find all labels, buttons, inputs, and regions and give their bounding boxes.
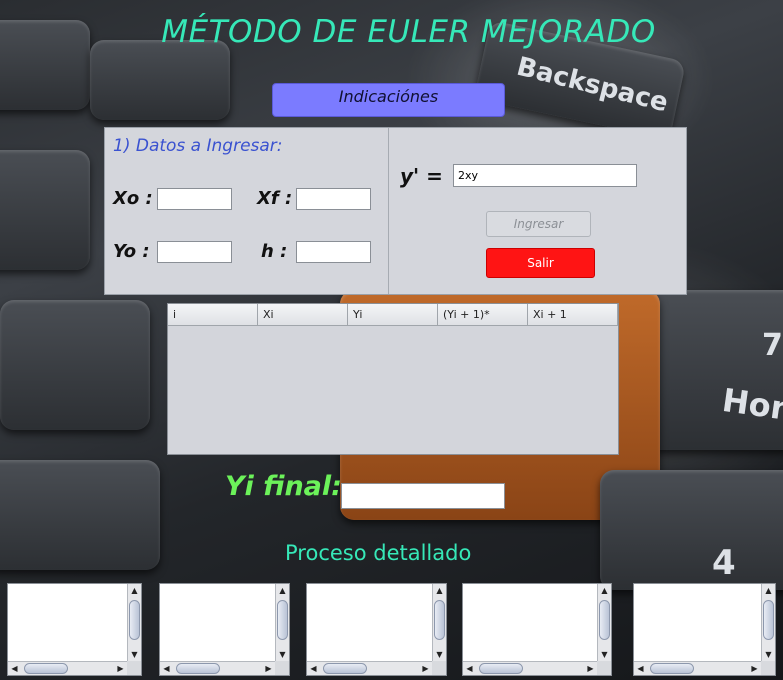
scroll-down-icon[interactable]: ▼ [433, 648, 446, 661]
yo-input[interactable] [157, 241, 232, 263]
key-decoration [640, 290, 783, 450]
indicaciones-button[interactable]: Indicaciónes [272, 83, 505, 117]
horizontal-scrollbar[interactable]: ◀ ▶ [634, 661, 761, 675]
scroll-thumb[interactable] [650, 663, 694, 674]
four-key-text: 4 [712, 543, 736, 583]
panel-divider [388, 128, 389, 294]
xf-label: Xf : [257, 188, 293, 209]
proceso-text-area-2[interactable]: ▲ ▼ ◀ ▶ [159, 583, 290, 676]
vertical-scrollbar[interactable]: ▲ ▼ [761, 584, 775, 661]
scroll-thumb[interactable] [599, 600, 610, 640]
scroll-down-icon[interactable]: ▼ [128, 648, 141, 661]
vertical-scrollbar[interactable]: ▲ ▼ [127, 584, 141, 661]
seven-key-text: 7 [762, 328, 783, 363]
scroll-up-icon[interactable]: ▲ [762, 584, 775, 597]
scroll-left-icon[interactable]: ◀ [160, 662, 173, 675]
h-label: h : [261, 241, 288, 262]
key-decoration [0, 300, 150, 430]
yi-final-input[interactable] [341, 483, 505, 509]
key-decoration [0, 460, 160, 570]
scroll-thumb[interactable] [176, 663, 220, 674]
column-header-i[interactable]: i [168, 304, 258, 326]
column-header-yi-plus-1[interactable]: (Yi + 1)* [438, 304, 528, 326]
horizontal-scrollbar[interactable]: ◀ ▶ [8, 661, 127, 675]
scroll-left-icon[interactable]: ◀ [8, 662, 21, 675]
scroll-up-icon[interactable]: ▲ [128, 584, 141, 597]
scroll-corner [761, 661, 775, 675]
column-header-xi-plus-1[interactable]: Xi + 1 [528, 304, 618, 326]
vertical-scrollbar[interactable]: ▲ ▼ [432, 584, 446, 661]
proceso-text-area-5[interactable]: ▲ ▼ ◀ ▶ [633, 583, 776, 676]
scroll-thumb[interactable] [129, 600, 140, 640]
salir-button[interactable]: Salir [486, 248, 595, 278]
proceso-text-area-3[interactable]: ▲ ▼ ◀ ▶ [306, 583, 447, 676]
table-header: i Xi Yi (Yi + 1)* Xi + 1 [168, 304, 618, 326]
scroll-down-icon[interactable]: ▼ [276, 648, 289, 661]
horizontal-scrollbar[interactable]: ◀ ▶ [463, 661, 597, 675]
key-decoration [90, 40, 230, 120]
scroll-thumb[interactable] [434, 600, 445, 640]
scroll-thumb[interactable] [763, 600, 774, 640]
page-title: MÉTODO DE EULER MEJORADO [161, 14, 656, 50]
scroll-corner [597, 661, 611, 675]
scroll-right-icon[interactable]: ▶ [748, 662, 761, 675]
xf-input[interactable] [296, 188, 371, 210]
proceso-text-area-1[interactable]: ▲ ▼ ◀ ▶ [7, 583, 142, 676]
horizontal-scrollbar[interactable]: ◀ ▶ [307, 661, 432, 675]
scroll-thumb[interactable] [323, 663, 367, 674]
results-table[interactable]: i Xi Yi (Yi + 1)* Xi + 1 [167, 303, 619, 455]
proceso-detallado-label: Proceso detallado [285, 541, 472, 565]
scroll-left-icon[interactable]: ◀ [307, 662, 320, 675]
scroll-right-icon[interactable]: ▶ [419, 662, 432, 675]
proceso-text-area-4[interactable]: ▲ ▼ ◀ ▶ [462, 583, 612, 676]
xo-input[interactable] [157, 188, 232, 210]
input-panel: 1) Datos a Ingresar: Xo : Xf : Yo : h : … [104, 127, 687, 295]
section-label-datos: 1) Datos a Ingresar: [113, 136, 283, 156]
column-header-xi[interactable]: Xi [258, 304, 348, 326]
vertical-scrollbar[interactable]: ▲ ▼ [597, 584, 611, 661]
scroll-right-icon[interactable]: ▶ [114, 662, 127, 675]
scroll-right-icon[interactable]: ▶ [584, 662, 597, 675]
horizontal-scrollbar[interactable]: ◀ ▶ [160, 661, 275, 675]
scroll-thumb[interactable] [277, 600, 288, 640]
scroll-left-icon[interactable]: ◀ [634, 662, 647, 675]
scroll-corner [432, 661, 446, 675]
vertical-scrollbar[interactable]: ▲ ▼ [275, 584, 289, 661]
y-prime-label: y' = [400, 164, 443, 188]
scroll-thumb[interactable] [24, 663, 68, 674]
scroll-up-icon[interactable]: ▲ [433, 584, 446, 597]
scroll-down-icon[interactable]: ▼ [762, 648, 775, 661]
scroll-corner [127, 661, 141, 675]
scroll-up-icon[interactable]: ▲ [598, 584, 611, 597]
key-decoration [0, 150, 90, 270]
yi-final-label: Yi final: [225, 471, 342, 502]
xo-label: Xo : [113, 188, 153, 209]
scroll-thumb[interactable] [479, 663, 523, 674]
equation-input[interactable] [453, 164, 637, 187]
scroll-corner [275, 661, 289, 675]
scroll-up-icon[interactable]: ▲ [276, 584, 289, 597]
yo-label: Yo : [113, 241, 150, 262]
scroll-left-icon[interactable]: ◀ [463, 662, 476, 675]
scroll-right-icon[interactable]: ▶ [262, 662, 275, 675]
h-input[interactable] [296, 241, 371, 263]
scroll-down-icon[interactable]: ▼ [598, 648, 611, 661]
ingresar-button[interactable]: Ingresar [486, 211, 591, 237]
column-header-yi[interactable]: Yi [348, 304, 438, 326]
key-decoration [600, 470, 783, 590]
